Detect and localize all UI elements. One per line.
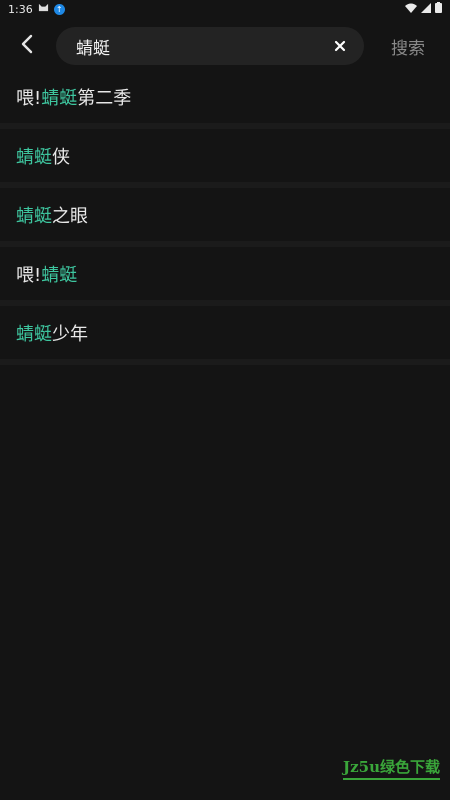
signal-icon — [421, 2, 431, 16]
back-button[interactable] — [0, 18, 54, 74]
result-text-highlight: 蜻蜓 — [41, 87, 78, 109]
notification-app-icon: ↑ — [53, 3, 65, 15]
search-query-text[interactable]: 蜻蜓 — [76, 34, 322, 59]
result-text-highlight: 蜻蜓 — [16, 323, 52, 345]
result-item[interactable]: 喂! 蜻蜓 第二季 — [0, 70, 450, 129]
result-item[interactable]: 蜻蜓 之眼 — [0, 188, 450, 247]
status-bar: 1:36 ↑ — [0, 0, 450, 18]
result-text-after: 之眼 — [52, 205, 88, 227]
result-text-before: 喂! — [16, 87, 42, 109]
result-text-after: 侠 — [52, 146, 70, 168]
close-icon — [334, 37, 346, 56]
chevron-left-icon — [20, 34, 34, 58]
result-text-before: 喂! — [16, 264, 42, 286]
result-text-after: 少年 — [52, 323, 88, 345]
watermark-logo: Jz5u绿色下载 — [343, 756, 440, 780]
cat-app-icon — [38, 2, 49, 16]
result-text-highlight: 蜻蜓 — [16, 146, 52, 168]
result-text-after: 第二季 — [77, 87, 132, 109]
status-time: 1:36 — [8, 2, 33, 16]
result-item[interactable]: 蜻蜓侠 — [0, 129, 450, 188]
search-header: 蜻蜓 搜索 — [0, 18, 450, 74]
battery-icon — [435, 2, 442, 16]
status-left: 1:36 ↑ — [8, 2, 65, 16]
search-submit-button[interactable]: 搜索 — [382, 18, 434, 74]
search-input[interactable]: 蜻蜓 — [56, 27, 364, 65]
clear-search-button[interactable] — [322, 28, 358, 64]
result-text-highlight: 蜻蜓 — [16, 205, 52, 227]
search-results-list: 喂! 蜻蜓 第二季 蜻蜓侠 蜻蜓 之眼 喂! 蜻蜓 蜻蜓 少年 — [0, 70, 450, 365]
result-text-highlight: 蜻蜓 — [41, 264, 78, 286]
wifi-icon — [405, 3, 417, 16]
result-item[interactable]: 蜻蜓 少年 — [0, 306, 450, 365]
status-right — [405, 2, 442, 16]
result-item[interactable]: 喂! 蜻蜓 — [0, 247, 450, 306]
